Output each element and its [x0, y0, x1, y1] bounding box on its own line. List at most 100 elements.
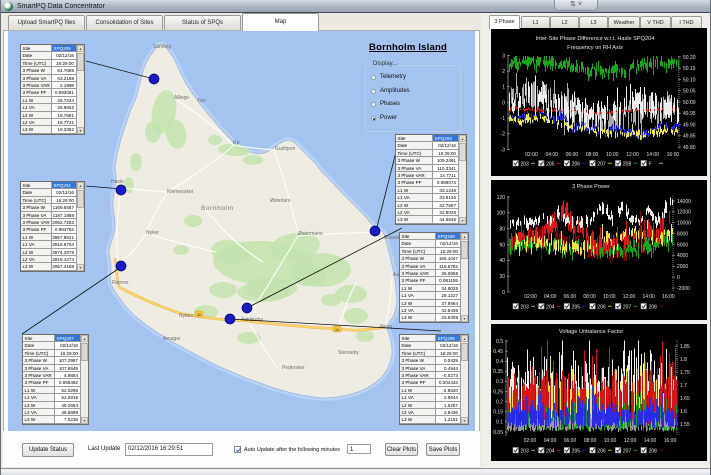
svg-text:0: 0	[677, 275, 680, 281]
svg-text:1.85: 1.85	[680, 344, 690, 350]
svg-text:Rø: Rø	[233, 140, 240, 146]
svg-text:49.85: 49.85	[683, 134, 696, 140]
svg-text:205: 205	[572, 448, 581, 454]
svg-text:20: 20	[499, 274, 505, 280]
svg-text:06:00: 06:00	[566, 152, 579, 158]
svg-text:0.25: 0.25	[493, 389, 503, 395]
svg-text:206: 206	[572, 161, 581, 167]
svg-text:0.45: 0.45	[493, 349, 503, 355]
svg-text:50.00: 50.00	[683, 100, 696, 106]
svg-text:49.90: 49.90	[683, 122, 696, 128]
svg-text:203: 203	[521, 161, 530, 167]
svg-text:Frequency on RH Axis: Frequency on RH Axis	[567, 45, 623, 51]
svg-text:4000: 4000	[677, 253, 688, 259]
svg-text:Østermarie: Østermarie	[298, 231, 323, 237]
svg-text:Tejn: Tejn	[197, 98, 206, 104]
svg-text:14:00: 14:00	[644, 438, 657, 444]
svg-text:8000: 8000	[677, 231, 688, 237]
svg-text:1.7: 1.7	[680, 383, 687, 389]
svg-text:-2000: -2000	[677, 286, 690, 292]
svg-text:-2: -2	[501, 132, 506, 138]
svg-text:50.10: 50.10	[683, 77, 696, 83]
svg-text:50.15: 50.15	[683, 66, 696, 72]
svg-text:206: 206	[597, 304, 606, 310]
svg-text:0.1: 0.1	[496, 420, 503, 426]
svg-text:12:00: 12:00	[623, 294, 636, 300]
svg-text:Inter-Site Phase Difference w.: Inter-Site Phase Difference w.r.t. Hasle…	[536, 36, 655, 42]
svg-text:-1: -1	[501, 116, 506, 122]
svg-text:Rønne: Rønne	[112, 280, 129, 286]
svg-text:1.75: 1.75	[680, 370, 690, 376]
svg-text:Voltage Unbalance Factor: Voltage Unbalance Factor	[559, 329, 624, 335]
svg-text:12000: 12000	[677, 210, 691, 216]
svg-text:50.20: 50.20	[683, 55, 696, 61]
svg-text:2000: 2000	[677, 264, 688, 270]
svg-text:80: 80	[499, 227, 505, 233]
svg-text:04:00: 04:00	[544, 294, 557, 300]
svg-text:49.95: 49.95	[683, 111, 696, 117]
svg-text:Klemensker: Klemensker	[167, 189, 194, 195]
svg-text:1.55: 1.55	[680, 422, 690, 428]
svg-text:2: 2	[502, 69, 505, 75]
svg-text:Nyker: Nyker	[146, 230, 159, 236]
svg-text:0.05: 0.05	[493, 430, 503, 436]
svg-text:02:00: 02:00	[525, 152, 538, 158]
svg-text:205: 205	[546, 161, 555, 167]
svg-text:Allinge: Allinge	[174, 95, 189, 101]
svg-text:14:00: 14:00	[646, 152, 659, 158]
svg-text:207: 207	[597, 161, 606, 167]
svg-text:208: 208	[649, 304, 658, 310]
svg-text:206: 206	[597, 448, 606, 454]
svg-text:Arnager: Arnager	[163, 336, 181, 342]
svg-text:06:00: 06:00	[564, 294, 577, 300]
svg-text:203: 203	[521, 448, 530, 454]
svg-text:-3: -3	[501, 147, 506, 153]
svg-text:50.05: 50.05	[683, 89, 696, 95]
svg-text:0: 0	[502, 290, 505, 296]
svg-text:02:00: 02:00	[524, 438, 537, 444]
svg-text:08:00: 08:00	[583, 294, 596, 300]
svg-text:0: 0	[502, 100, 505, 106]
svg-text:Sandvig: Sandvig	[153, 44, 171, 50]
svg-text:208: 208	[649, 448, 658, 454]
svg-text:16:00: 16:00	[667, 152, 680, 158]
svg-text:0.5: 0.5	[496, 339, 503, 345]
svg-text:10000: 10000	[677, 221, 691, 227]
svg-text:204: 204	[546, 448, 555, 454]
svg-text:Pedersker: Pedersker	[282, 365, 305, 371]
svg-text:0.4: 0.4	[496, 359, 503, 365]
svg-text:14000: 14000	[677, 199, 691, 205]
svg-text:38: 38	[197, 312, 202, 317]
svg-text:0.3: 0.3	[496, 379, 503, 385]
svg-text:12:00: 12:00	[626, 152, 639, 158]
svg-text:Stenseby: Stenseby	[338, 350, 359, 356]
svg-text:0.35: 0.35	[493, 369, 503, 375]
svg-text:04:00: 04:00	[544, 438, 557, 444]
svg-text:04:00: 04:00	[545, 152, 558, 158]
svg-text:1.6: 1.6	[680, 409, 687, 415]
svg-text:0.15: 0.15	[493, 410, 503, 416]
svg-text:F: F	[649, 161, 652, 167]
svg-text:08:00: 08:00	[586, 152, 599, 158]
svg-text:Østerlars: Østerlars	[270, 198, 291, 204]
svg-text:14:00: 14:00	[642, 294, 655, 300]
svg-text:02:00: 02:00	[524, 294, 537, 300]
svg-text:10:00: 10:00	[603, 294, 616, 300]
svg-text:40: 40	[499, 258, 505, 264]
svg-text:3: 3	[502, 53, 505, 59]
svg-text:06:00: 06:00	[564, 438, 577, 444]
svg-text:1.65: 1.65	[680, 396, 690, 402]
svg-text:208: 208	[623, 161, 632, 167]
svg-text:Gudhjem: Gudhjem	[275, 146, 295, 152]
svg-text:10:00: 10:00	[606, 152, 619, 158]
svg-text:205: 205	[572, 304, 581, 310]
svg-text:207: 207	[623, 304, 632, 310]
svg-text:38: 38	[335, 327, 340, 332]
svg-text:16:00: 16:00	[662, 294, 675, 300]
svg-text:1: 1	[502, 85, 505, 91]
svg-text:Nylars: Nylars	[179, 313, 194, 319]
svg-text:207: 207	[623, 448, 632, 454]
svg-text:08:00: 08:00	[584, 438, 597, 444]
svg-text:Bornholm: Bornholm	[201, 205, 234, 212]
svg-text:60: 60	[499, 242, 505, 248]
